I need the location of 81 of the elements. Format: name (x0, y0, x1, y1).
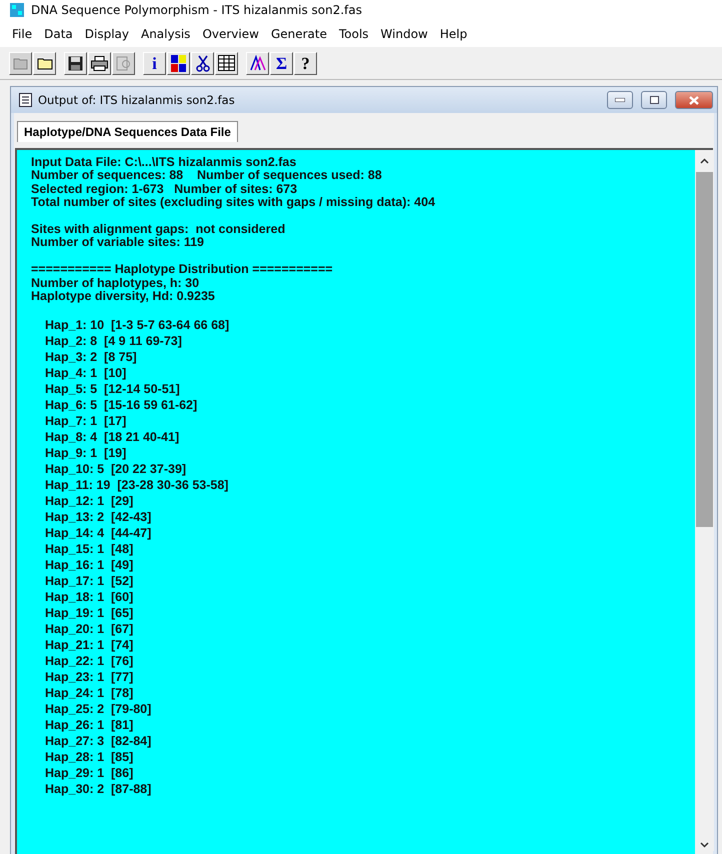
menu-item[interactable]: Help (434, 26, 474, 40)
haplotype-line: Hap_4: 1 [10] (45, 364, 128, 381)
menu-item[interactable]: Generate (264, 26, 333, 40)
haplotype-line: Hap_9: 1 [19] (45, 444, 128, 461)
haplotype-line: Hap_29: 1 [86] (45, 764, 134, 781)
haplotype-line: Hap_26: 1 [81] (45, 716, 134, 733)
haplotype-line: Hap_20: 1 [67] (45, 620, 134, 637)
close-button[interactable] (675, 91, 713, 109)
vertical-scrollbar[interactable] (695, 150, 713, 854)
output-line: Input Data File: C:\...\ITS hizalanmis son2.fas (31, 156, 298, 170)
peaks-icon (250, 55, 266, 71)
output-line: =========== Haplotype Distribution =========== (31, 263, 334, 277)
haplotype-line: Hap_7: 1 [17] (45, 412, 128, 429)
window-title: DNA Sequence Polymorphism - ITS hizalanmis son2.fas (31, 3, 362, 17)
haplotype-line: Hap_30: 2 [87-88] (45, 780, 152, 797)
tab[interactable]: Haplotype/DNA Sequences Data File (17, 121, 238, 142)
output-line: Selected region: 1-673 Number of sites: 673 (31, 182, 298, 196)
haplotype-line: Hap_15: 1 [48] (45, 540, 134, 557)
haplotype-line: Hap_2: 8 [4 9 11 69-73] (45, 332, 183, 349)
haplotype-line: Hap_8: 4 [18 21 40-41] (45, 428, 180, 445)
output-line: Sites with alignment gaps: not considered (31, 223, 286, 236)
folder-icon (12, 56, 28, 70)
document-icon (19, 93, 32, 107)
toolbar-button[interactable]: i (143, 52, 166, 74)
close-icon (689, 96, 699, 104)
scroll-thumb[interactable] (696, 172, 712, 527)
colored-blocks-icon (170, 54, 186, 72)
output-line: Number of haplotypes, h: 30 (31, 276, 200, 290)
menu-item[interactable]: File (6, 26, 38, 40)
menu-item[interactable]: Analysis (134, 26, 196, 40)
haplotype-line: Hap_27: 3 [82-84] (45, 732, 152, 749)
haplotype-line: Hap_10: 5 [20 22 37-39] (45, 460, 188, 477)
haplotype-line: Hap_25: 2 [79-80] (45, 700, 152, 717)
menu-item[interactable]: Window (374, 26, 434, 40)
haplotype-line: Hap_17: 1 [52] (45, 572, 134, 589)
scissors-icon (196, 54, 210, 72)
toolbar-button[interactable] (88, 52, 111, 74)
app-icon (10, 3, 24, 17)
haplotype-line: Hap_16: 1 [49] (45, 556, 134, 573)
menu-item[interactable]: Overview (196, 26, 265, 40)
output-line: Number of variable sites: 119 (31, 236, 205, 250)
haplotype-line: Hap_6: 5 [15-16 59 61-62] (45, 396, 198, 413)
output-line: Total number of sites (excluding sites with gaps / missing data): 404 (31, 196, 436, 210)
haplotype-line: Hap_18: 1 [60] (45, 588, 134, 605)
table-grid-icon (218, 55, 235, 71)
page-magnifier-icon (116, 56, 132, 70)
haplotype-line: Hap_23: 1 [77] (45, 668, 134, 685)
haplotype-line: Hap_5: 5 [12-14 50-51] (45, 380, 181, 397)
haplotype-line: Hap_13: 2 [42-43] (45, 508, 152, 525)
haplotype-line: Hap_19: 1 [65] (45, 604, 134, 621)
haplotype-line: Hap_14: 4 [44-47] (45, 524, 152, 541)
haplotype-line: Hap_22: 1 [76] (45, 652, 134, 669)
toolbar-button[interactable] (33, 52, 56, 74)
haplotype-line: Hap_1: 10 [1-3 5-7 63-64 66 68] (45, 316, 230, 333)
output-window-title: Output of: ITS hizalanmis son2.fas (38, 93, 236, 107)
toolbar-button[interactable] (191, 52, 214, 74)
toolbar-button[interactable]: Σ (270, 52, 293, 74)
toolbar-button[interactable] (167, 52, 190, 74)
minimize-icon (615, 98, 625, 102)
folder-icon (36, 56, 52, 70)
output-line: Haplotype diversity, Hd: 0.9235 (31, 290, 216, 304)
haplotype-line: Hap_28: 1 [85] (45, 748, 134, 765)
restore-icon (650, 96, 658, 104)
scroll-up-icon (700, 158, 708, 164)
haplotype-line: Hap_24: 1 [78] (45, 684, 134, 701)
scroll-down-icon (700, 842, 708, 848)
menu-item[interactable]: Data (38, 26, 79, 40)
toolbar-button[interactable] (246, 52, 269, 74)
output-line: Number of sequences: 88 Number of sequences used: 88 (31, 169, 383, 183)
haplotype-line: Hap_3: 2 [8 75] (45, 348, 138, 365)
toolbar-button[interactable] (215, 52, 238, 74)
haplotype-line: Hap_11: 19 [23-28 30-36 53-58] (45, 476, 230, 493)
menu-item[interactable]: Tools (332, 26, 375, 40)
toolbar-button[interactable] (64, 52, 87, 74)
menu-item[interactable]: Display (78, 26, 135, 40)
printer-icon (91, 56, 108, 70)
toolbar-button[interactable]: ? (294, 52, 317, 74)
maximize-button[interactable] (641, 91, 667, 109)
minimize-button[interactable] (607, 91, 633, 109)
haplotype-line: Hap_21: 1 [74] (45, 636, 134, 653)
haplotype-line: Hap_12: 1 [29] (45, 492, 134, 509)
